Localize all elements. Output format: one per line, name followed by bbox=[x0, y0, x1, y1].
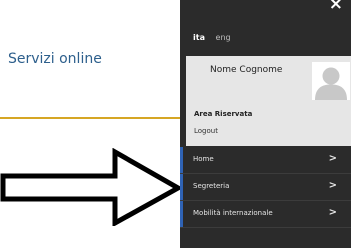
menu-item-home[interactable]: Home > bbox=[180, 147, 351, 173]
user-avatar-icon bbox=[312, 62, 350, 100]
user-panel: Nome Cognome Area Riservata Logout bbox=[186, 56, 351, 146]
language-ita[interactable]: ita bbox=[193, 33, 205, 42]
menu-divider bbox=[180, 227, 351, 228]
language-eng[interactable]: eng bbox=[216, 33, 231, 42]
menu-item-label: Mobilità internazionale bbox=[193, 209, 273, 217]
chevron-right-icon: > bbox=[328, 180, 337, 191]
user-name: Nome Cognome bbox=[210, 65, 283, 75]
logout-link[interactable]: Logout bbox=[194, 127, 218, 135]
chevron-right-icon: > bbox=[328, 153, 337, 164]
area-riservata-label: Area Riservata bbox=[194, 110, 253, 118]
menu-item-segreteria[interactable]: Segreteria > bbox=[180, 174, 351, 200]
close-icon[interactable]: × bbox=[329, 0, 343, 13]
avatar bbox=[312, 62, 350, 100]
menu-item-mobilita-internazionale[interactable]: Mobilità internazionale > bbox=[180, 201, 351, 227]
screen: Servizi online × ita eng Nome Cognome Ar… bbox=[0, 0, 351, 248]
page-title: Servizi online bbox=[8, 51, 102, 67]
side-menu: × ita eng Nome Cognome Area Riservata Lo… bbox=[180, 0, 351, 248]
menu-item-label: Segreteria bbox=[193, 182, 230, 190]
chevron-right-icon: > bbox=[328, 207, 337, 218]
language-switcher: ita eng bbox=[193, 33, 231, 42]
pointer-arrow-annotation bbox=[0, 148, 182, 226]
title-divider bbox=[0, 117, 180, 119]
menu-item-label: Home bbox=[193, 155, 214, 163]
